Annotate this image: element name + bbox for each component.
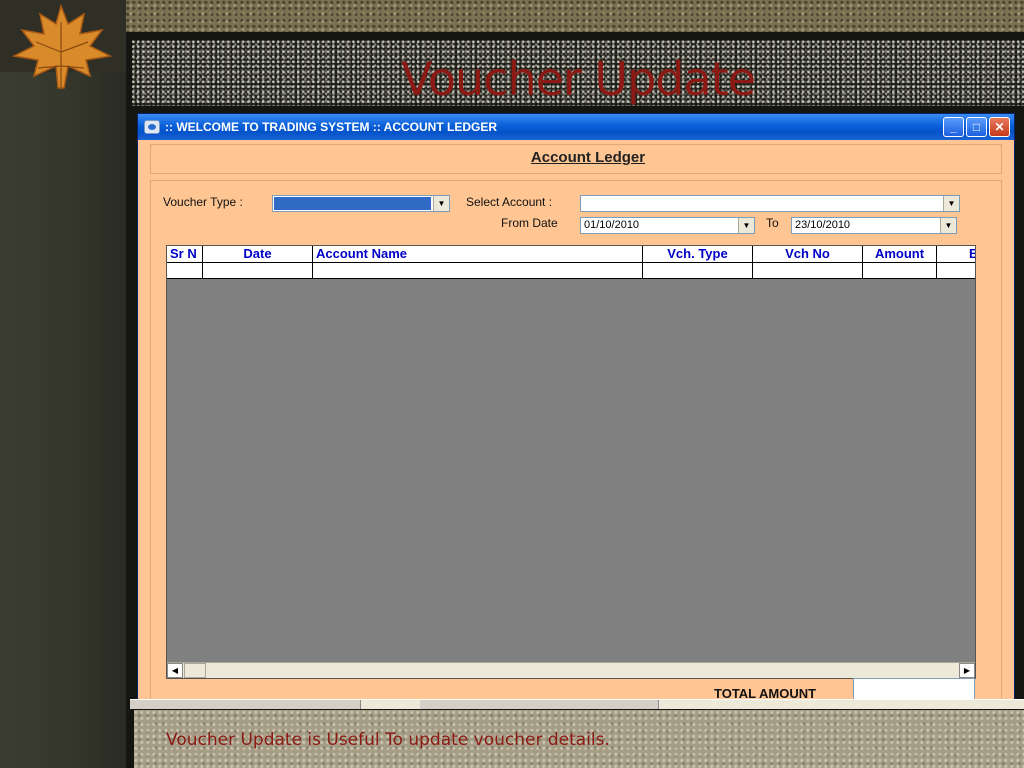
window-titlebar[interactable]: :: WELCOME TO TRADING SYSTEM :: ACCOUNT … [138,114,1014,140]
to-date-label: To [766,216,779,230]
chevron-down-icon[interactable]: ▼ [738,218,754,233]
column-header-account-name[interactable]: Account Name [313,246,643,262]
window-title: :: WELCOME TO TRADING SYSTEM :: ACCOUNT … [165,120,497,134]
select-account-select[interactable]: ▼ [580,195,960,212]
trading-system-app-icon [144,120,160,134]
table-cell[interactable] [643,263,753,278]
scroll-left-icon[interactable]: ◀ [167,663,183,678]
maple-leaf-icon [11,3,113,89]
grid-header-row: Sr N Date Account Name Vch. Type Vch No … [167,246,975,263]
scrollbar-thumb[interactable] [184,663,206,678]
total-amount-field[interactable] [853,678,975,700]
chevron-down-icon[interactable]: ▼ [943,196,959,211]
form-header-box: Account Ledger [150,144,1002,174]
column-header-sr-no[interactable]: Sr N [167,246,203,262]
taskbar-item[interactable] [658,700,1024,709]
column-header-balance[interactable]: B [937,246,975,262]
form-header-title: Account Ledger [530,149,646,166]
column-header-amount[interactable]: Amount [863,246,937,262]
voucher-type-label: Voucher Type : [163,195,243,209]
from-date-label: From Date [501,216,558,230]
table-cell[interactable] [863,263,937,278]
account-ledger-window: :: WELCOME TO TRADING SYSTEM :: ACCOUNT … [137,113,1015,705]
chevron-down-icon[interactable]: ▼ [940,218,956,233]
window-controls: _ □ ✕ [943,117,1010,137]
top-texture-band [126,0,1024,32]
horizontal-scrollbar[interactable]: ◀ ▶ [167,662,975,678]
from-date-picker[interactable]: 01/10/2010 ▼ [580,217,755,234]
taskbar-strip [130,699,1024,709]
table-cell[interactable] [167,263,203,278]
to-date-value: 23/10/2010 [795,219,851,231]
select-account-label: Select Account : [466,195,553,209]
from-date-value: 01/10/2010 [584,219,640,231]
scroll-right-icon[interactable]: ▶ [959,663,975,678]
chevron-down-icon[interactable]: ▼ [433,196,449,211]
table-cell[interactable] [203,263,313,278]
voucher-type-selection-highlight [274,197,431,210]
table-cell[interactable] [753,263,863,278]
slide-title: Voucher Update [400,52,756,106]
voucher-type-select[interactable]: ▼ [272,195,450,212]
maximize-button[interactable]: □ [966,117,987,137]
minimize-button[interactable]: _ [943,117,964,137]
column-header-date[interactable]: Date [203,246,313,262]
column-header-vch-no[interactable]: Vch No [753,246,863,262]
table-cell[interactable] [313,263,643,278]
slide-footer-caption: Voucher Update is Useful To update vouch… [166,730,610,750]
close-button[interactable]: ✕ [989,117,1010,137]
taskbar-item[interactable] [360,700,420,709]
ledger-grid[interactable]: Sr N Date Account Name Vch. Type Vch No … [166,245,976,679]
table-cell[interactable] [937,263,975,278]
left-strip [0,72,126,768]
to-date-picker[interactable]: 23/10/2010 ▼ [791,217,957,234]
column-header-vch-type[interactable]: Vch. Type [643,246,753,262]
table-row[interactable] [167,263,975,279]
